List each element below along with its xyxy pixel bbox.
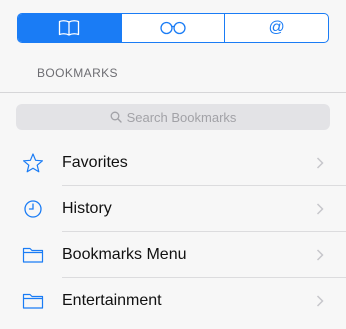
list-item-label: Entertainment — [62, 292, 162, 309]
folder-icon — [22, 290, 44, 312]
search-bar[interactable]: Search Bookmarks — [16, 104, 330, 130]
tab-shared-links[interactable]: @ — [224, 14, 328, 42]
tab-bookmarks[interactable] — [18, 14, 121, 42]
list-item-favorites[interactable]: Favorites — [0, 140, 346, 186]
list-item-bookmarks-menu[interactable]: Bookmarks Menu — [0, 232, 346, 278]
list-item-label: Bookmarks Menu — [62, 246, 187, 263]
chevron-right-icon — [316, 249, 324, 262]
reading-glasses-icon — [159, 21, 187, 35]
view-segmented-control: @ — [17, 13, 329, 43]
star-icon — [22, 152, 44, 174]
book-icon — [57, 19, 81, 37]
folder-icon — [22, 244, 44, 266]
chevron-right-icon — [316, 295, 324, 308]
bookmarks-list: Favorites History Bookmarks Menu Enterta… — [0, 140, 346, 324]
section-title: BOOKMARKS — [37, 66, 118, 80]
list-item-history[interactable]: History — [0, 186, 346, 232]
list-item-label: History — [62, 200, 112, 217]
bookmarks-panel: @ BOOKMARKS Search Bookmarks Favorites H… — [0, 0, 346, 329]
list-item-label: Favorites — [62, 154, 128, 171]
divider — [0, 92, 346, 93]
list-item-entertainment[interactable]: Entertainment — [0, 278, 346, 324]
at-sign-icon: @ — [268, 19, 285, 36]
chevron-right-icon — [316, 157, 324, 170]
tab-reading-list[interactable] — [120, 14, 225, 42]
clock-icon — [22, 198, 44, 220]
search-placeholder: Search Bookmarks — [126, 109, 237, 125]
search-icon — [110, 111, 122, 123]
chevron-right-icon — [316, 203, 324, 216]
